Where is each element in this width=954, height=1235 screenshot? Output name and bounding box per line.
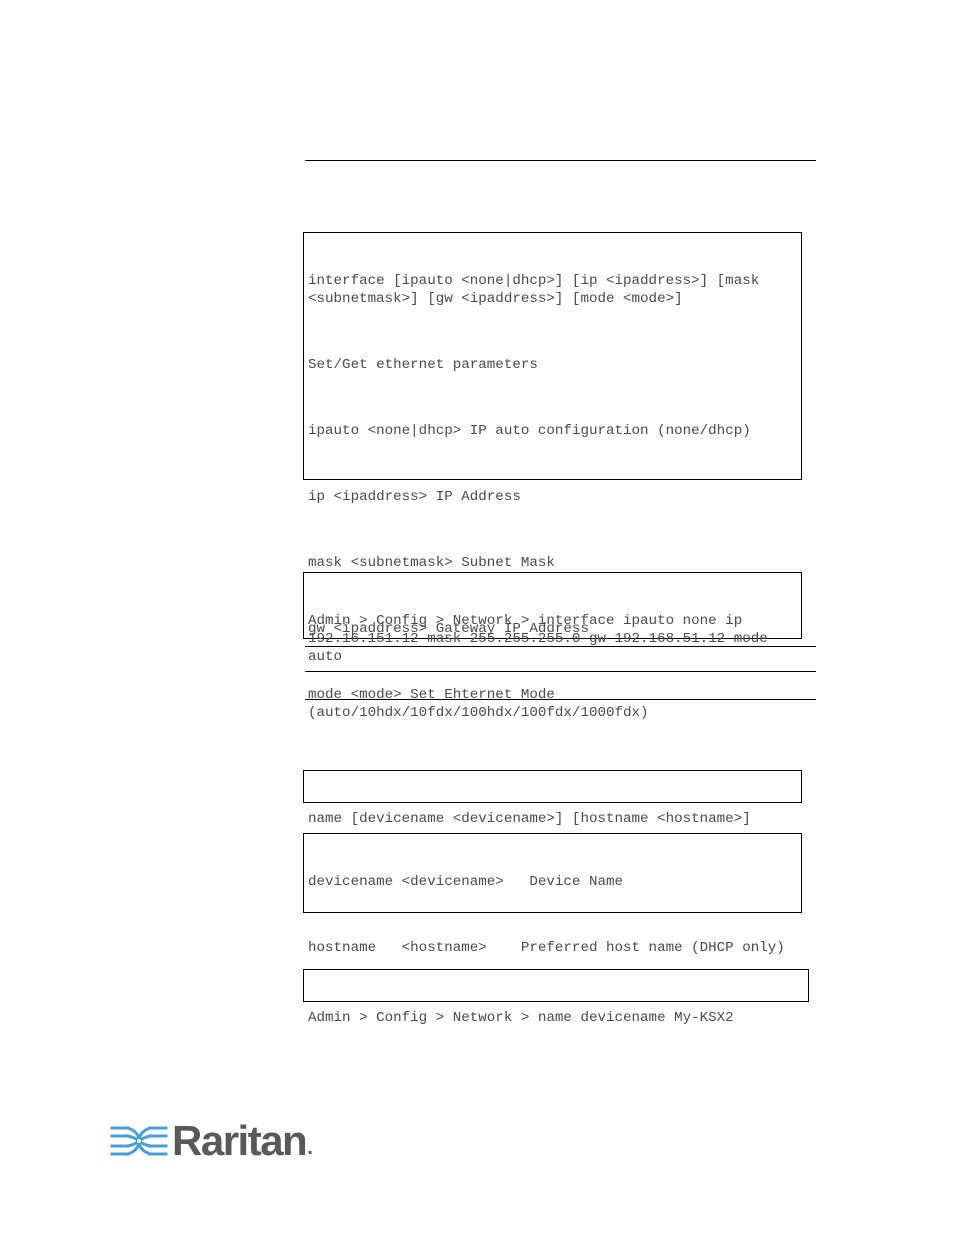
param-devicename: devicename <devicename> Device Name xyxy=(308,874,624,890)
divider-1 xyxy=(305,646,816,647)
param-mask: mask <subnetmask> Subnet Mask xyxy=(308,555,555,571)
param-ipauto: ipauto <none|dhcp> IP auto configuration… xyxy=(308,423,751,439)
param-ip: ip <ipaddress> IP Address xyxy=(308,489,521,505)
interface-syntax-line: interface [ipauto <none|dhcp>] [ip <ipad… xyxy=(308,273,768,307)
name-syntax-box: name [devicename <devicename>] [hostname… xyxy=(303,770,802,827)
name-example-command: Admin > Config > Network > name devicena… xyxy=(308,1010,734,1026)
name-example-box: Admin > Config > Network > name devicena… xyxy=(303,969,809,1026)
interface-example-command: Admin > Config > Network > interface ipa… xyxy=(308,613,777,665)
name-params-box: devicename <devicename> Device Name host… xyxy=(303,833,802,956)
param-mode: mode <mode> Set Ehternet Mode (auto/10hd… xyxy=(308,687,649,721)
divider-3 xyxy=(305,699,816,700)
divider-2 xyxy=(305,671,816,672)
name-syntax-line: name [devicename <devicename>] [hostname… xyxy=(308,811,751,827)
raritan-emblem-icon xyxy=(110,1126,168,1156)
interface-description: Set/Get ethernet parameters xyxy=(308,357,538,373)
raritan-wordmark: Raritan xyxy=(172,1117,308,1164)
raritan-logo: Raritan . xyxy=(110,1117,313,1164)
interface-example-box: Admin > Config > Network > interface ipa… xyxy=(303,572,802,665)
param-hostname: hostname <hostname> Preferred host name … xyxy=(308,940,785,956)
raritan-wordmark-dot: . xyxy=(307,1137,313,1159)
interface-syntax-box: interface [ipauto <none|dhcp>] [ip <ipad… xyxy=(303,232,802,721)
section-divider-top xyxy=(305,160,816,161)
